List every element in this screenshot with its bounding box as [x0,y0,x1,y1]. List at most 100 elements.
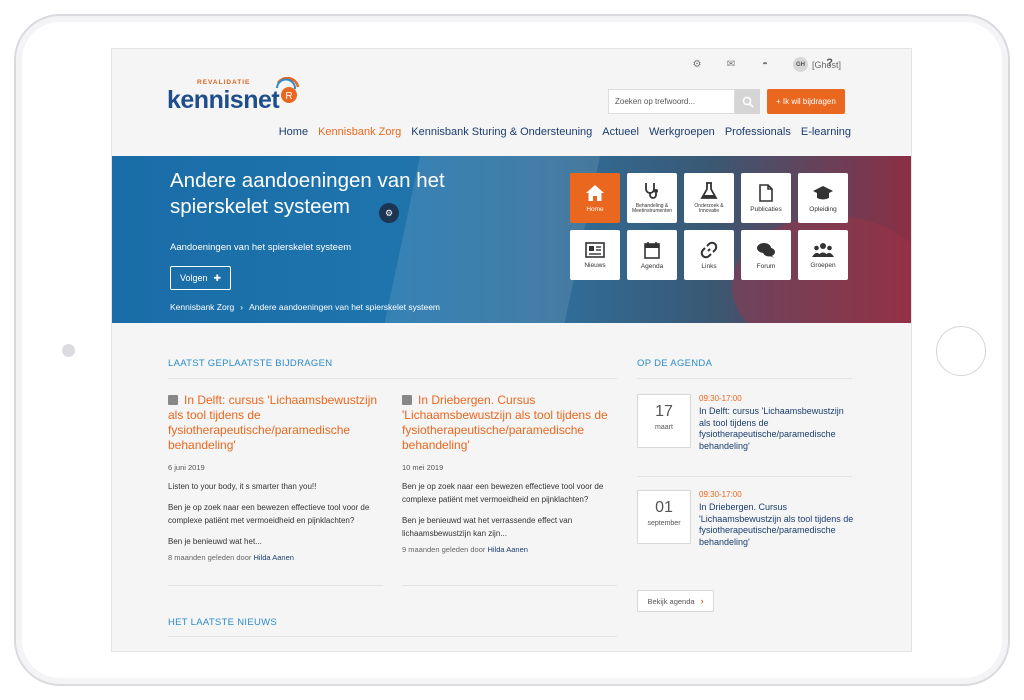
users-icon [812,242,834,257]
date-month: september [647,520,681,527]
stethoscope-icon [645,182,658,199]
nav-kennisbank-sturing[interactable]: Kennisbank Sturing & Ondersteuning [411,126,592,138]
search-box: Zoeken op trefwoord... [608,89,760,114]
nav-werkgroepen[interactable]: Werkgroepen [649,126,715,138]
divider [637,378,852,379]
agenda-title[interactable]: In Driebergen. Cursus 'Lichaamsbewustzij… [699,502,855,548]
follow-button[interactable]: Volgen ✚ [170,266,231,290]
tile-opleiding[interactable]: Opleiding [798,173,848,223]
tile-onderzoek[interactable]: Onderzoek & Innovatie [684,173,734,223]
tile-publicaties[interactable]: Publicaties [741,173,791,223]
tile-label: Links [701,262,717,270]
date-month: maart [655,424,673,431]
document-icon [759,183,773,202]
divider [637,476,852,477]
tile-nieuws[interactable]: Nieuws [570,230,620,280]
logo-mark-icon: R [276,77,300,103]
tile-groepen[interactable]: Groepen [798,230,848,280]
date-day: 17 [655,403,673,420]
post-paragraph: Ben je op zoek naar een bewezen effectie… [402,482,604,504]
top-utility-bar: ⚙ ✉ ◓ GH [Ghost] [691,57,841,72]
tablet-home-button [936,326,986,376]
calendar-icon [644,241,660,259]
agenda-time: 09:30-17:00 [699,394,742,403]
post-card: In Driebergen. Cursus 'Lichaamsbewustzij… [402,393,617,554]
post-paragraph: Ben je benieuwd wat het verrassende effe… [402,516,573,538]
tile-label: Behandeling & Meetinstrumenten [631,202,673,214]
page-title: Andere aandoeningen van het spierskelet … [170,169,445,218]
page-settings-icon[interactable]: ⚙ [379,203,399,223]
tile-home[interactable]: Home [570,173,620,223]
breadcrumb-item: Andere aandoeningen van het spierskelet … [249,302,441,312]
tile-label: Nieuws [584,261,606,269]
search-button[interactable] [735,89,760,114]
breadcrumb-item[interactable]: Kennisbank Zorg [170,302,234,312]
author-link[interactable]: Hilda Aanen [488,545,528,554]
dashboard-icon[interactable]: ◓ [759,59,771,71]
home-icon [586,184,604,201]
post-paragraph: Ben je benieuwd wat het... [168,537,262,546]
divider [168,378,617,379]
hero-banner: Andere aandoeningen van het spierskelet … [112,156,911,323]
post-title[interactable]: In Delft: cursus 'Lichaamsbewustzijn als… [168,393,383,453]
contribute-button[interactable]: + Ik wil bijdragen [767,89,845,114]
date-box: 17 maart [637,394,691,448]
mail-icon[interactable]: ✉ [725,59,737,71]
view-agenda-button[interactable]: Bekijk agenda › [637,590,714,612]
calendar-icon [168,395,178,405]
divider [168,585,383,586]
flask-icon [700,181,718,199]
view-agenda-label: Bekijk agenda [647,596,695,606]
tile-label: Home [586,205,604,213]
tile-label: Agenda [640,262,664,270]
nav-kennisbank-zorg[interactable]: Kennisbank Zorg [318,126,401,138]
page-subtitle: Aandoeningen van het spierskelet systeem [170,242,352,253]
post-meta: 9 maanden geleden door Hilda Aanen [402,545,617,554]
agenda-title[interactable]: In Delft: cursus 'Lichaamsbewustzijn als… [699,406,855,452]
screen: ⚙ ✉ ◓ GH [Ghost] ? REVALIDATIE kennisnet… [111,48,912,652]
logo-text: kennisnet [167,86,280,114]
graduation-cap-icon [813,185,833,199]
breadcrumb-separator-icon: › [240,302,244,312]
newspaper-icon [585,241,605,258]
date-day: 01 [655,499,673,516]
help-icon[interactable]: ? [826,57,833,69]
site-header: ⚙ ✉ ◓ GH [Ghost] ? REVALIDATIE kennisnet… [112,49,911,156]
post-date: 10 mei 2019 [402,463,444,472]
avatar: GH [792,57,808,72]
post-meta-text: 9 maanden geleden door [402,545,486,554]
section-tiles: Home Behandeling & Meetinstrumenten Onde… [570,173,848,280]
nav-e-learning[interactable]: E-learning [801,126,851,138]
tile-label: Groepen [810,261,836,269]
main-nav: Home Kennisbank Zorg Kennisbank Sturing … [279,126,851,138]
chat-icon [757,242,775,258]
nav-actueel[interactable]: Actueel [602,126,639,138]
nav-professionals[interactable]: Professionals [725,126,791,138]
agenda-time: 09:30-17:00 [699,490,742,499]
tile-agenda[interactable]: Agenda [627,230,677,280]
tile-forum[interactable]: Forum [741,230,791,280]
post-title[interactable]: In Driebergen. Cursus 'Lichaamsbewustzij… [402,393,617,453]
settings-icon[interactable]: ⚙ [691,59,703,71]
search-input[interactable]: Zoeken op trefwoord... [608,89,735,114]
tile-label: Forum [756,262,776,270]
follow-label: Volgen [179,273,208,283]
calendar-icon [402,395,412,405]
nav-home[interactable]: Home [279,126,308,138]
divider [402,585,617,586]
tile-links[interactable]: Links [684,230,734,280]
link-icon [700,241,718,258]
author-link[interactable]: Hilda Aanen [254,553,294,562]
tile-label: Onderzoek & Innovatie [694,202,724,214]
tile-behandeling[interactable]: Behandeling & Meetinstrumenten [627,173,677,223]
site-logo[interactable]: REVALIDATIE kennisnet R [167,77,307,117]
logo-mark-letter: R [285,91,292,102]
post-card: In Delft: cursus 'Lichaamsbewustzijn als… [168,393,383,562]
breadcrumb: Kennisbank Zorg › Andere aandoeningen va… [170,302,440,312]
logo-subtitle: REVALIDATIE [197,79,251,86]
post-meta: 8 maanden geleden door Hilda Aanen [168,553,383,562]
user-menu[interactable]: GH [Ghost] [792,57,841,72]
tile-label: Opleiding [809,205,837,213]
divider [168,636,617,637]
plus-icon: ✚ [213,272,222,283]
